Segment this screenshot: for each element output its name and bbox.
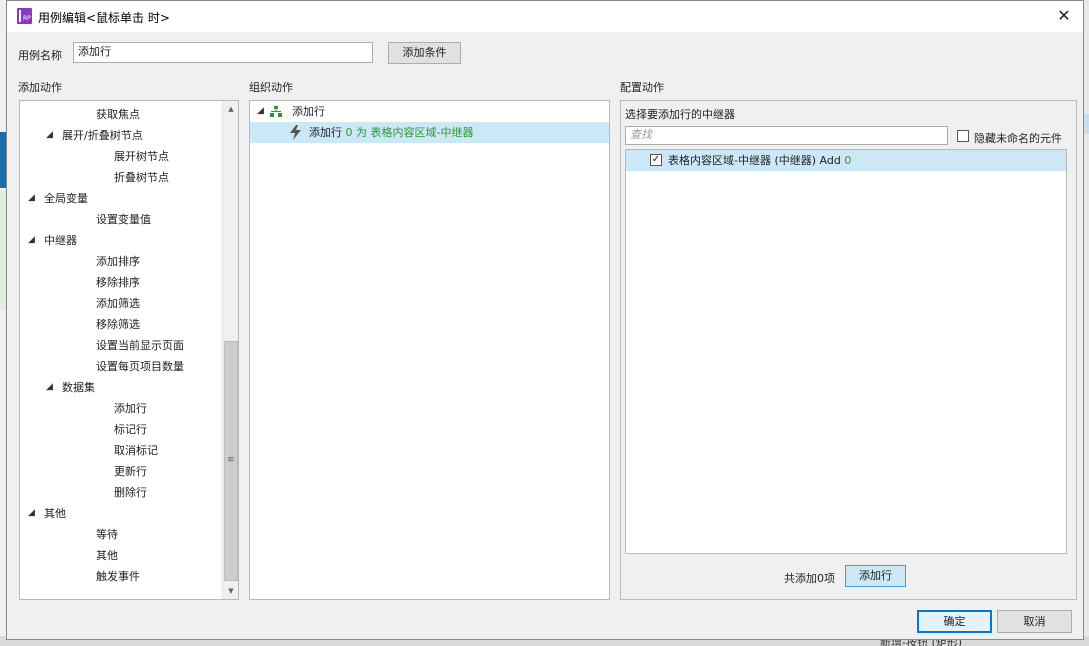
repeater-item[interactable]: ✓ 表格内容区域-中继器 (中继器) Add 0 — [626, 150, 1066, 171]
action-tree-item[interactable]: 添加排序 — [20, 251, 220, 272]
action-tree-item-label: 添加行 — [114, 402, 147, 415]
action-for: 为 — [356, 126, 367, 139]
action-node-selected[interactable]: 添加行 0 为 表格内容区域-中继器 — [250, 122, 609, 143]
action-tree-item-label: 折叠树节点 — [114, 171, 169, 184]
repeater-search-input[interactable]: 查找 — [625, 126, 948, 145]
add-condition-button[interactable]: 添加条件 — [388, 42, 461, 64]
action-tree-item-label: 展开树节点 — [114, 150, 169, 163]
scroll-up-arrow-icon[interactable]: ▲ — [223, 105, 238, 113]
case-name-input[interactable]: 添加行 — [73, 42, 373, 63]
action-target: 表格内容区域-中继器 — [370, 126, 474, 139]
action-tree-item-label: 数据集 — [62, 381, 95, 394]
expand-triangle-icon[interactable]: ◢ — [46, 377, 53, 398]
action-tree-item[interactable]: 更新行 — [20, 461, 220, 482]
action-tree-scrollbar[interactable]: ▲ ≡ ▼ — [222, 101, 238, 599]
axure-rp-icon: RP — [17, 8, 32, 24]
axure-rp-icon-text: RP — [23, 15, 31, 22]
action-tree-item[interactable]: 折叠树节点 — [20, 167, 220, 188]
case-editor-dialog: RP 用例编辑<鼠标单击 时> ✕ 用例名称 添加行 添加条件 添加动作 组织动… — [6, 0, 1084, 640]
action-tree-item-label: 移除排序 — [96, 276, 140, 289]
action-tree-item-label: 全局变量 — [44, 192, 88, 205]
configure-subheading: 选择要添加行的中继器 — [625, 108, 735, 121]
case-tree-icon — [270, 106, 282, 117]
cancel-button[interactable]: 取消 — [997, 610, 1072, 633]
title-bar[interactable]: RP 用例编辑<鼠标单击 时> ✕ — [7, 1, 1083, 32]
hide-unnamed-label: 隐藏未命名的元件 — [974, 132, 1062, 145]
repeater-item-count: 0 — [844, 154, 852, 167]
action-tree-item[interactable]: 移除筛选 — [20, 314, 220, 335]
scroll-grip-icon: ≡ — [227, 455, 235, 465]
action-tree-item-label: 取消标记 — [114, 444, 158, 457]
action-tree-item[interactable]: 移除排序 — [20, 272, 220, 293]
action-tree-item-label: 添加排序 — [96, 255, 140, 268]
action-tree-item[interactable]: 触发事件 — [20, 566, 220, 587]
lightning-icon — [290, 125, 301, 140]
action-tree-item[interactable]: ◢ 其他 — [20, 503, 220, 524]
repeater-item-text: 表格内容区域-中继器 (中继器) Add 0 — [668, 150, 851, 171]
action-tree-item[interactable]: ◢ 全局变量 — [20, 188, 220, 209]
action-tree-item-label: 移除筛选 — [96, 318, 140, 331]
action-tree-item[interactable]: 设置变量值 — [20, 209, 220, 230]
action-tree-item[interactable]: 设置当前显示页面 — [20, 335, 220, 356]
hide-unnamed-checkbox[interactable] — [957, 130, 969, 142]
action-tree-item-label: 设置变量值 — [96, 213, 151, 226]
action-tree-item[interactable]: 添加筛选 — [20, 293, 220, 314]
action-tree-item-label: 设置每页项目数量 — [96, 360, 184, 373]
action-tree-item-label: 展开/折叠树节点 — [62, 129, 143, 142]
repeater-item-label: 表格内容区域-中继器 (中继器) Add — [668, 154, 841, 167]
action-tree-item[interactable]: 删除行 — [20, 482, 220, 503]
configure-actions-panel: 选择要添加行的中继器 查找 隐藏未命名的元件 ✓ 表格内容区域-中继器 (中继器… — [620, 100, 1077, 600]
add-row-button[interactable]: 添加行 — [845, 565, 906, 587]
action-tree-item[interactable]: 获取焦点 — [20, 104, 220, 125]
add-actions-heading: 添加动作 — [18, 81, 62, 94]
add-actions-panel: 获取焦点 ◢ 展开/折叠树节点展开树节点折叠树节点 ◢ 全局变量 设置变量值 ◢ 中继器添加排… — [19, 100, 239, 600]
action-tree-item-label: 其他 — [96, 549, 118, 562]
action-prefix: 添加行 — [309, 126, 342, 139]
expand-triangle-icon[interactable]: ◢ — [46, 125, 53, 146]
repeater-item-checkbox[interactable]: ✓ — [650, 154, 662, 166]
expand-triangle-icon[interactable]: ◢ — [28, 503, 35, 524]
ok-button[interactable]: 确定 — [917, 610, 992, 633]
action-tree-item[interactable]: 标记行 — [20, 419, 220, 440]
expand-triangle-icon: ◢ — [257, 106, 264, 116]
action-tree-item-label: 触发事件 — [96, 570, 140, 583]
action-tree-item[interactable]: ◢ 中继器 — [20, 230, 220, 251]
action-tree-item-label: 添加筛选 — [96, 297, 140, 310]
scroll-down-arrow-icon[interactable]: ▼ — [223, 587, 238, 595]
action-tree-item-label: 获取焦点 — [96, 108, 140, 121]
action-node-text: 添加行 0 为 表格内容区域-中继器 — [309, 122, 473, 143]
case-node-label: 添加行 — [292, 105, 325, 118]
close-icon[interactable]: ✕ — [1052, 5, 1076, 27]
organize-actions-heading: 组织动作 — [249, 81, 293, 94]
case-node[interactable]: ◢ 添加行 — [250, 101, 609, 122]
action-tree-item-label: 删除行 — [114, 486, 147, 499]
action-tree-item[interactable]: 其他 — [20, 545, 220, 566]
action-tree-item-label: 更新行 — [114, 465, 147, 478]
action-tree-item[interactable]: 添加行 — [20, 398, 220, 419]
configure-actions-heading: 配置动作 — [620, 81, 664, 94]
case-name-label: 用例名称 — [18, 49, 62, 62]
action-tree-item[interactable]: 设置每页项目数量 — [20, 356, 220, 377]
action-tree-item[interactable]: 取消标记 — [20, 440, 220, 461]
expand-triangle-icon[interactable]: ◢ — [28, 188, 35, 209]
repeater-list: ✓ 表格内容区域-中继器 (中继器) Add 0 — [625, 149, 1067, 554]
total-added-text: 共添加0项 — [784, 572, 835, 585]
action-tree-item[interactable]: ◢ 数据集 — [20, 377, 220, 398]
action-tree-item-label: 其他 — [44, 507, 66, 520]
action-tree-item[interactable]: 等待 — [20, 524, 220, 545]
action-tree-item-label: 设置当前显示页面 — [96, 339, 184, 352]
action-tree-item[interactable]: 展开树节点 — [20, 146, 220, 167]
action-tree-item[interactable]: ◢ 展开/折叠树节点 — [20, 125, 220, 146]
action-tree-item-label: 等待 — [96, 528, 118, 541]
expand-triangle-icon[interactable]: ◢ — [28, 230, 35, 251]
action-tree-item-label: 中继器 — [44, 234, 77, 247]
action-count: 0 — [345, 126, 353, 139]
organize-actions-panel: ◢ 添加行 添加行 0 为 表格内容区域-中继器 — [249, 100, 610, 600]
action-tree-item-label: 标记行 — [114, 423, 147, 436]
dialog-title: 用例编辑<鼠标单击 时> — [38, 11, 170, 25]
